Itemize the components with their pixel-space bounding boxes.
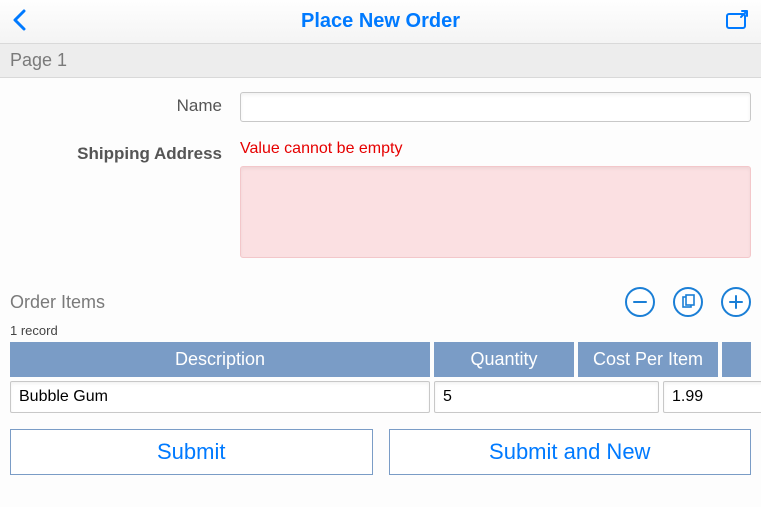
submit-button[interactable]: Submit xyxy=(10,429,373,475)
back-icon[interactable] xyxy=(12,8,26,36)
col-quantity: Quantity xyxy=(434,342,574,377)
row-cost-input[interactable] xyxy=(663,381,761,413)
add-item-button[interactable] xyxy=(721,287,751,317)
shipping-input[interactable] xyxy=(240,166,751,258)
name-field-wrap xyxy=(240,92,751,122)
shipping-error: Value cannot be empty xyxy=(240,140,751,158)
button-row: Submit Submit and New xyxy=(0,413,761,485)
col-cost: Cost Per Item xyxy=(578,342,718,377)
shipping-label: Shipping Address xyxy=(10,140,240,263)
row-quantity-input[interactable] xyxy=(434,381,659,413)
shipping-field-wrap: Value cannot be empty xyxy=(240,140,751,263)
copy-icon xyxy=(680,294,696,310)
share-icon[interactable] xyxy=(725,8,749,35)
minus-icon xyxy=(632,294,648,310)
form-row-shipping: Shipping Address Value cannot be empty xyxy=(10,140,751,263)
remove-item-button[interactable] xyxy=(625,287,655,317)
submit-and-new-button[interactable]: Submit and New xyxy=(389,429,752,475)
items-actions xyxy=(625,287,751,317)
form-row-name: Name xyxy=(10,92,751,122)
page-title: Place New Order xyxy=(0,10,761,33)
table-row: › xyxy=(10,381,751,413)
name-input[interactable] xyxy=(240,92,751,122)
items-grid: Description Quantity Cost Per Item › xyxy=(10,342,751,413)
items-title: Order Items xyxy=(10,292,105,313)
items-header: Order Items xyxy=(0,287,761,323)
plus-icon xyxy=(728,294,744,310)
row-description-input[interactable] xyxy=(10,381,430,413)
col-description: Description xyxy=(10,342,430,377)
grid-header: Description Quantity Cost Per Item xyxy=(10,342,751,377)
record-count: 1 record xyxy=(0,323,761,342)
top-bar: Place New Order xyxy=(0,0,761,44)
form-area: Name Shipping Address Value cannot be em… xyxy=(0,78,761,287)
name-label: Name xyxy=(10,92,240,122)
col-spacer xyxy=(722,342,751,377)
duplicate-item-button[interactable] xyxy=(673,287,703,317)
section-header: Page 1 xyxy=(0,44,761,78)
